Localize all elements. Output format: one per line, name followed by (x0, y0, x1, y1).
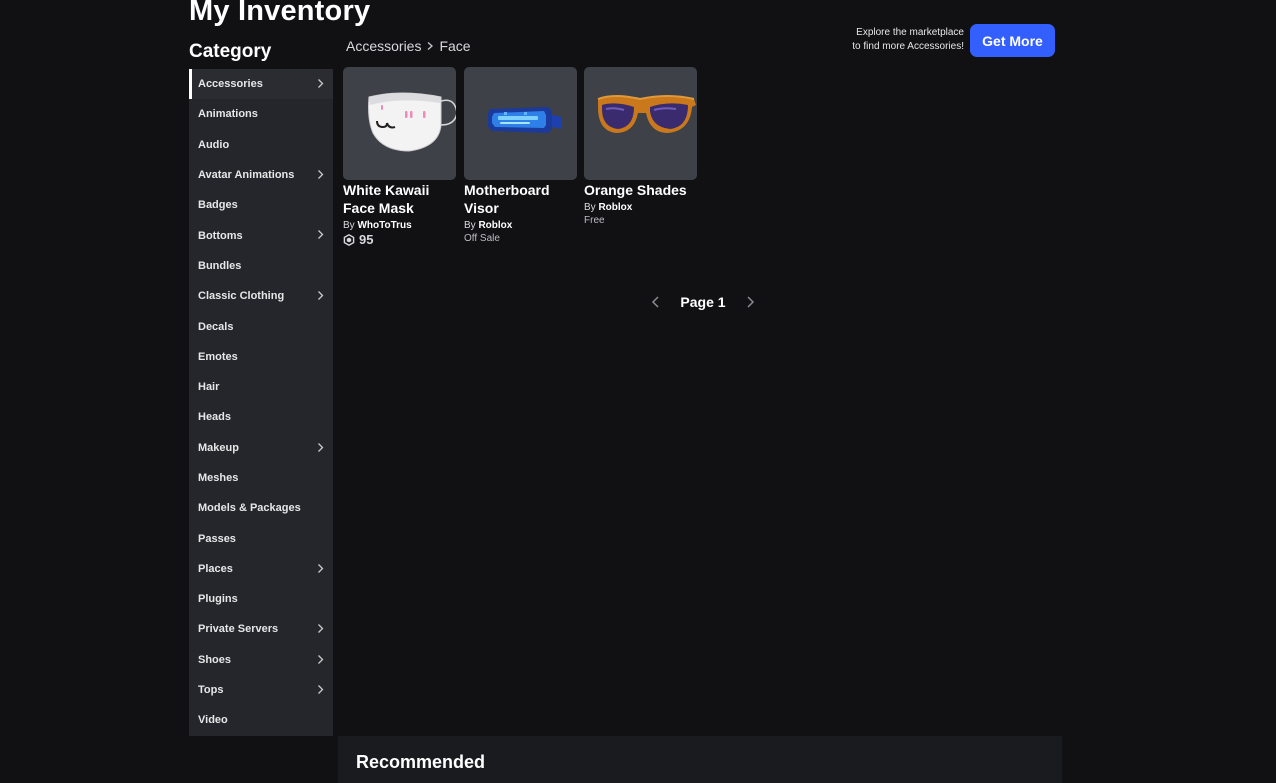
price-value: 95 (359, 232, 374, 247)
chevron-right-icon (318, 442, 324, 452)
sidebar-item-heads[interactable]: Heads (189, 402, 333, 432)
page-label: Page 1 (680, 294, 726, 310)
sidebar-item-passes[interactable]: Passes (189, 523, 333, 553)
robux-icon (343, 233, 355, 246)
sidebar-item-badges[interactable]: Badges (189, 190, 333, 220)
get-more-button[interactable]: Get More (970, 24, 1055, 57)
chevron-right-icon (428, 42, 434, 50)
recommended-section: Recommended (338, 736, 1062, 783)
sidebar-item-label: Badges (198, 199, 238, 212)
item-thumbnail[interactable] (343, 67, 456, 180)
sidebar-item-label: Places (198, 562, 233, 575)
sidebar-item-meshes[interactable]: Meshes (189, 463, 333, 493)
sidebar-item-bottoms[interactable]: Bottoms (189, 220, 333, 250)
item-price: 95 (343, 232, 457, 247)
chevron-right-icon (747, 296, 755, 308)
sidebar-item-video[interactable]: Video (189, 705, 333, 735)
sidebar-item-label: Accessories (198, 78, 263, 91)
sidebar-item-makeup[interactable]: Makeup (189, 433, 333, 463)
chevron-right-icon (318, 684, 324, 694)
sidebar-item-label: Hair (198, 381, 220, 394)
chevron-right-icon (318, 169, 324, 179)
sidebar-item-label: Bottoms (198, 229, 243, 242)
sidebar-item-label: Decals (198, 320, 234, 333)
creator-link[interactable]: Roblox (478, 220, 512, 231)
sidebar-item-label: Bundles (198, 259, 242, 272)
recommended-title: Recommended (356, 752, 486, 772)
sidebar-item-label: Video (198, 714, 228, 727)
sidebar-item-animations[interactable]: Animations (189, 99, 333, 129)
sidebar-item-private-servers[interactable]: Private Servers (189, 614, 333, 644)
sidebar-item-classic-clothing[interactable]: Classic Clothing (189, 281, 333, 311)
sidebar-item-label: Heads (198, 411, 232, 424)
breadcrumb: Accessories Face (346, 38, 471, 54)
sidebar-item-emotes[interactable]: Emotes (189, 342, 333, 372)
chevron-left-icon (651, 296, 659, 308)
visor-image (488, 107, 562, 133)
chevron-right-icon (318, 624, 324, 634)
chevron-right-icon (318, 654, 324, 664)
category-heading: Category (189, 41, 272, 62)
sidebar-item-label: Emotes (198, 350, 238, 363)
page-title: My Inventory (189, 0, 371, 27)
item-creator: By WhoToTrus (343, 220, 412, 231)
sidebar-item-plugins[interactable]: Plugins (189, 584, 333, 614)
item-creator: By Roblox (464, 220, 513, 231)
sunglasses-image (597, 95, 696, 133)
prev-page-button[interactable] (648, 294, 664, 310)
sidebar-item-label: Avatar Animations (198, 169, 295, 182)
sidebar-item-label: Private Servers (198, 623, 279, 636)
sidebar-item-label: Shoes (198, 653, 232, 666)
sidebar-item-hair[interactable]: Hair (189, 372, 333, 402)
sidebar-item-label: Models & Packages (198, 502, 301, 515)
item-card[interactable]: White Kawaii Face Mask By WhoToTrus 95 (343, 67, 457, 247)
sidebar-item-places[interactable]: Places (189, 554, 333, 584)
sidebar-item-label: Tops (198, 684, 224, 697)
item-status: Free (584, 215, 605, 226)
promo-line-1: Explore the marketplace (856, 27, 964, 38)
item-name[interactable]: Orange Shades (584, 181, 698, 199)
sidebar-item-label: Meshes (198, 472, 239, 484)
breadcrumb-parent[interactable]: Accessories (346, 38, 421, 54)
sidebar-item-decals[interactable]: Decals (189, 311, 333, 341)
sidebar-item-label: Classic Clothing (198, 290, 285, 303)
sidebar-item-label: Audio (198, 138, 230, 151)
item-thumbnail[interactable] (584, 67, 697, 180)
item-name[interactable]: White Kawaii Face Mask (343, 181, 457, 217)
sidebar-item-label: Animations (198, 108, 258, 121)
chevron-right-icon (318, 291, 324, 301)
breadcrumb-current: Face (439, 38, 471, 54)
promo-line-2: to find more Accessories! (852, 41, 964, 52)
pagination: Page 1 (648, 292, 758, 312)
next-page-button[interactable] (742, 294, 758, 310)
item-card[interactable]: Motherboard Visor By Roblox Off Sale (464, 67, 578, 244)
creator-link[interactable]: WhoToTrus (357, 220, 411, 231)
item-status: Off Sale (464, 233, 500, 244)
sidebar-item-models-packages[interactable]: Models & Packages (189, 493, 333, 523)
sidebar-item-label: Plugins (198, 593, 238, 606)
sidebar-item-avatar-animations[interactable]: Avatar Animations (189, 160, 333, 190)
sidebar-item-label: Makeup (198, 441, 239, 454)
category-sidebar: Accessories Animations Audio Avatar Animati… (189, 69, 333, 736)
item-name[interactable]: Motherboard Visor (464, 181, 578, 217)
sidebar-item-bundles[interactable]: Bundles (189, 251, 333, 281)
sidebar-item-shoes[interactable]: Shoes (189, 645, 333, 675)
chevron-right-icon (318, 230, 324, 240)
sidebar-item-label: Passes (198, 532, 236, 545)
item-card[interactable]: Orange Shades By Roblox Free (584, 67, 698, 226)
item-thumbnail[interactable] (464, 67, 577, 180)
item-creator: By Roblox (584, 202, 633, 213)
sidebar-item-tops[interactable]: Tops (189, 675, 333, 705)
sidebar-item-accessories[interactable]: Accessories (189, 69, 333, 100)
sidebar-item-audio[interactable]: Audio (189, 130, 333, 160)
creator-link[interactable]: Roblox (598, 202, 632, 213)
promo-text: Explore the marketplace to find more Acc… (820, 26, 964, 54)
face-mask-image (368, 92, 456, 152)
chevron-right-icon (318, 563, 324, 573)
chevron-right-icon (318, 79, 324, 88)
